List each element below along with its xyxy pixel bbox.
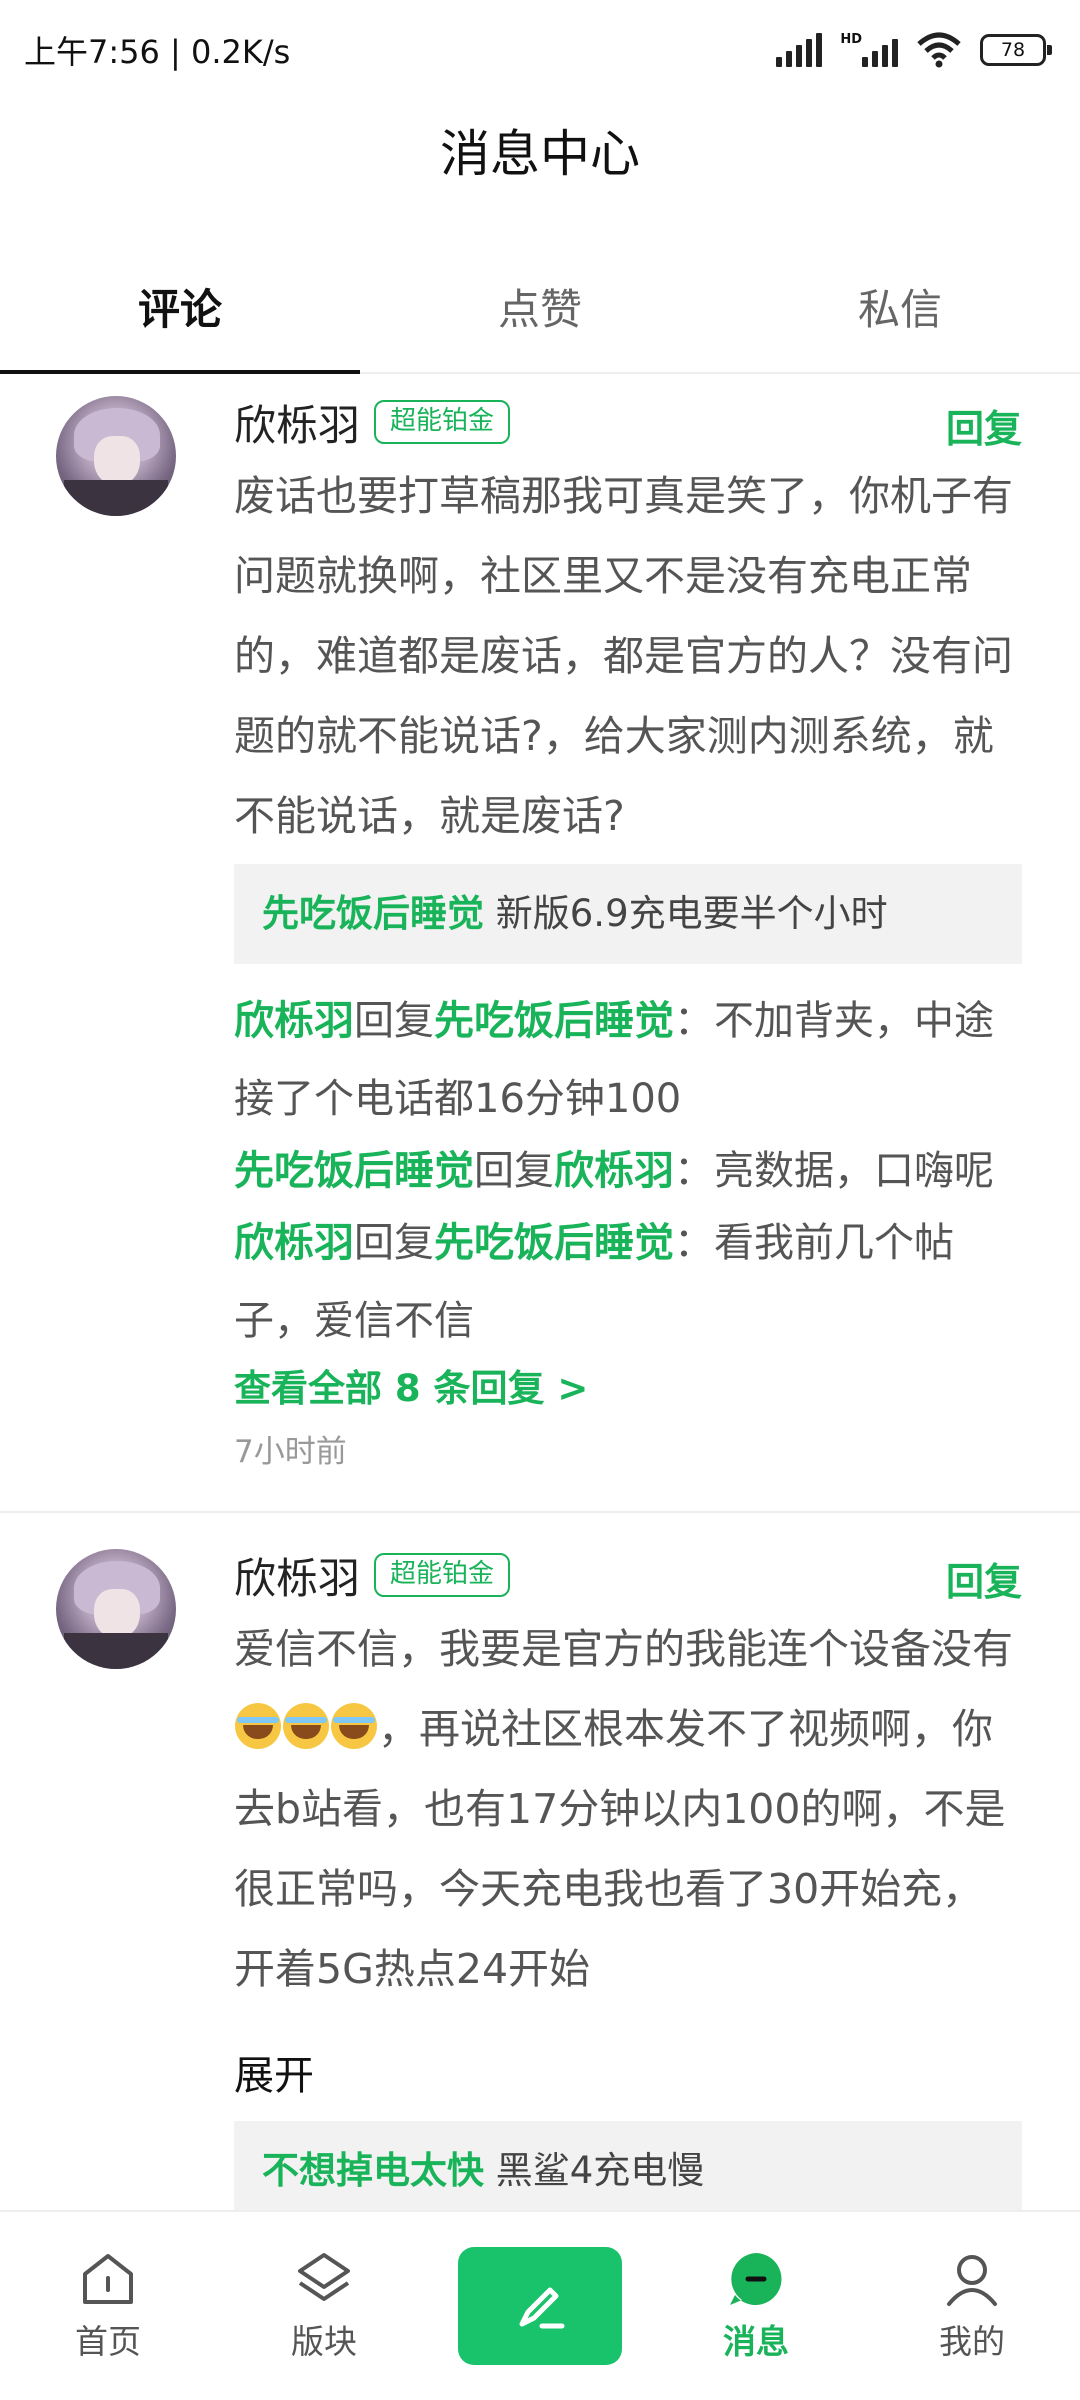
battery-level: 78 (1000, 39, 1026, 61)
status-time: 上午7:56 (24, 33, 160, 71)
comment-text-part: 爱信不信，我要是官方的我能连个设备没有 (234, 1625, 1013, 1673)
bottom-navigation: 首页 版块 消息 我的 (0, 2210, 1080, 2400)
sub-reply-verb: 回复 (354, 1220, 434, 1266)
comment-text: 爱信不信，我要是官方的我能连个设备没有，再说社区根本发不了视频啊，你去b站看，也… (234, 1609, 1022, 2009)
sub-reply[interactable]: 欣栎羽回复先吃饭后睡觉：看我前几个帖子，爱信不信 (234, 1204, 1022, 1360)
compose-icon (519, 2287, 565, 2329)
hd-signal-icon: HD (840, 33, 898, 67)
profile-icon (942, 2249, 1002, 2309)
quoted-text: 新版6.9充电要半个小时 (495, 892, 888, 935)
signal-icon (776, 33, 823, 67)
message-icon (726, 2249, 786, 2309)
battery-icon: 78 (980, 34, 1052, 66)
status-left: 上午7:56 | 0.2K/s (24, 27, 290, 73)
page-title: 消息中心 (440, 125, 640, 183)
avatar[interactable] (56, 1549, 176, 1669)
comment-card: 欣栎羽 超能铂金 回复 爱信不信，我要是官方的我能连个设备没有，再说社区根本发不… (0, 1513, 1080, 2210)
username[interactable]: 欣栎羽 (234, 1545, 360, 1606)
quoted-author[interactable]: 不想掉电太快 (262, 2149, 484, 2192)
status-divider: | (170, 33, 191, 71)
nav-messages-label: 消息 (723, 2322, 789, 2361)
nav-sections[interactable]: 版块 (216, 2212, 432, 2400)
sub-reply-text: ：亮数据，口嗨呢 (674, 1148, 994, 1194)
nav-sections-label: 版块 (291, 2322, 357, 2361)
level-badge: 超能铂金 (374, 1553, 511, 1597)
reply-button[interactable]: 回复 (946, 398, 1022, 453)
laugh-cry-emoji-icon (331, 1703, 377, 1749)
comment-feed[interactable]: 欣栎羽 超能铂金 回复 废话也要打草稿那我可真是笑了，你机子有问题就换啊，社区里… (0, 374, 1080, 2210)
nav-messages[interactable]: 消息 (648, 2212, 864, 2400)
sub-reply[interactable]: 先吃饭后睡觉回复欣栎羽：亮数据，口嗨呢 (234, 1132, 1022, 1210)
sub-reply-from: 欣栎羽 (234, 998, 354, 1044)
compose-button[interactable] (458, 2247, 622, 2365)
status-icons: HD 78 (776, 32, 1052, 68)
nav-profile-label: 我的 (939, 2322, 1005, 2361)
sub-reply-to: 先吃饭后睡觉 (434, 1220, 674, 1266)
expand-button[interactable]: 展开 (234, 2043, 1022, 2101)
layers-icon (294, 2249, 354, 2309)
sub-reply-verb: 回复 (354, 998, 434, 1044)
comment-header: 欣栎羽 超能铂金 (234, 390, 1022, 454)
username[interactable]: 欣栎羽 (234, 392, 360, 453)
quoted-post[interactable]: 先吃饭后睡觉 新版6.9充电要半个小时 (234, 864, 1022, 964)
home-icon (78, 2249, 138, 2309)
nav-home-label: 首页 (75, 2322, 141, 2361)
laugh-cry-emoji-icon (235, 1703, 281, 1749)
comment-card: 欣栎羽 超能铂金 回复 废话也要打草稿那我可真是笑了，你机子有问题就换啊，社区里… (0, 374, 1080, 1513)
nav-profile[interactable]: 我的 (864, 2212, 1080, 2400)
avatar[interactable] (56, 396, 176, 516)
tab-bar: 评论 点赞 私信 (0, 240, 1080, 374)
level-badge: 超能铂金 (374, 400, 511, 444)
nav-compose[interactable] (432, 2212, 648, 2400)
quoted-text: 黑鲨4充电慢 (495, 2149, 705, 2192)
comment-text: 废话也要打草稿那我可真是笑了，你机子有问题就换啊，社区里又不是没有充电正常的，难… (234, 472, 1013, 840)
nav-home[interactable]: 首页 (0, 2212, 216, 2400)
tab-private-messages[interactable]: 私信 (720, 240, 1080, 372)
tab-comments[interactable]: 评论 (0, 240, 360, 374)
network-speed: 0.2K/s (191, 33, 291, 71)
sub-reply-to: 先吃饭后睡觉 (434, 998, 674, 1044)
tab-likes[interactable]: 点赞 (360, 240, 720, 372)
laugh-cry-emoji-icon (283, 1703, 329, 1749)
quoted-author[interactable]: 先吃饭后睡觉 (262, 892, 484, 935)
reply-button[interactable]: 回复 (946, 1551, 1022, 1606)
sub-reply-from: 先吃饭后睡觉 (234, 1148, 474, 1194)
sub-reply-to: 欣栎羽 (554, 1148, 674, 1194)
status-bar: 上午7:56 | 0.2K/s HD 78 (0, 0, 1080, 100)
view-all-replies-link[interactable]: 查看全部 8 条回复 > (234, 1358, 1022, 1412)
comment-time: 7小时前 (234, 1434, 347, 1470)
wifi-icon (917, 32, 961, 68)
comment-header: 欣栎羽 超能铂金 (234, 1543, 1022, 1607)
quoted-post[interactable]: 不想掉电太快 黑鲨4充电慢 (234, 2121, 1022, 2210)
sub-replies: 欣栎羽回复先吃饭后睡觉：不加背夹，中途接了个电话都16分钟100 先吃饭后睡觉回… (234, 982, 1022, 1360)
sub-reply-from: 欣栎羽 (234, 1220, 354, 1266)
sub-reply[interactable]: 欣栎羽回复先吃饭后睡觉：不加背夹，中途接了个电话都16分钟100 (234, 982, 1022, 1138)
sub-reply-verb: 回复 (474, 1148, 554, 1194)
